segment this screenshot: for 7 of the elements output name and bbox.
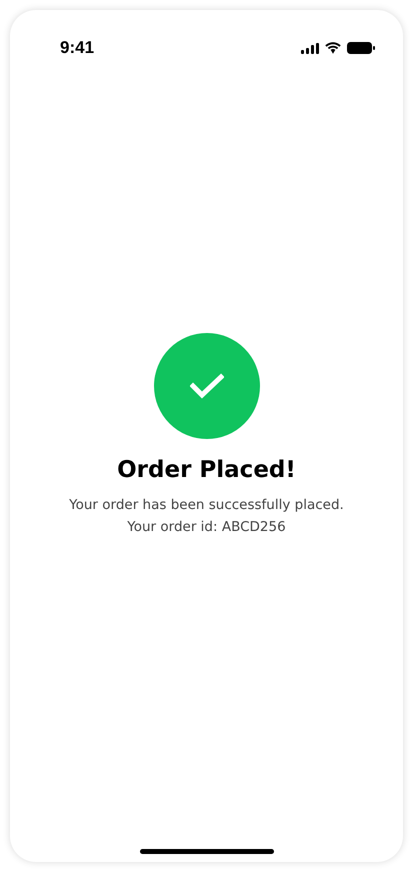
- confirmation-message: Your order has been successfully placed.: [69, 497, 344, 513]
- wifi-icon: [325, 42, 341, 54]
- confirmation-title: Order Placed!: [117, 457, 296, 483]
- battery-icon: [347, 42, 375, 54]
- signal-icon: [301, 42, 319, 54]
- order-id-text: Your order id: ABCD256: [127, 519, 286, 535]
- status-time: 9:41: [60, 38, 94, 58]
